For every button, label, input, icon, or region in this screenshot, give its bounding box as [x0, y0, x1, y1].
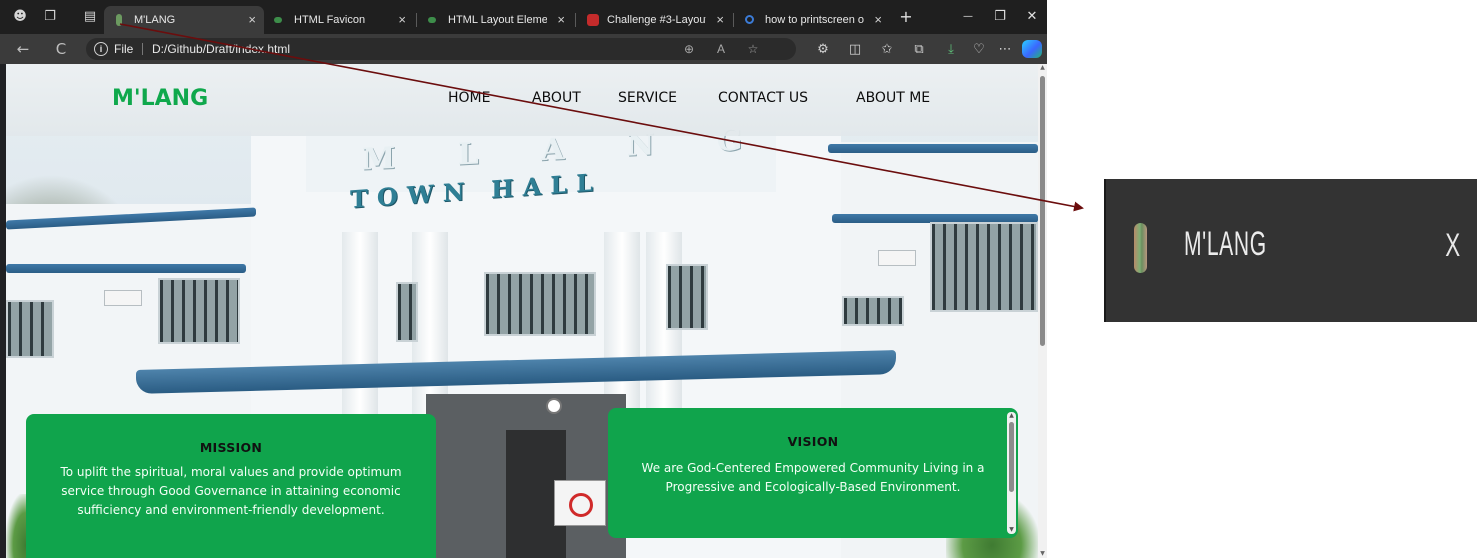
page-scrollbar[interactable]: ▲ ▼: [1038, 64, 1047, 558]
copilot-icon[interactable]: [1022, 40, 1042, 58]
tab-label: HTML Layout Elements and: [448, 14, 547, 26]
mission-title: MISSION: [199, 440, 263, 455]
performance-icon[interactable]: ♡: [970, 41, 988, 59]
new-tab-button[interactable]: +: [896, 8, 916, 26]
building-window: [930, 222, 1038, 312]
tab-actions-icon[interactable]: ▤: [82, 9, 98, 25]
collections-icon[interactable]: ⧉: [910, 41, 928, 59]
downloads-icon[interactable]: ⤓: [942, 41, 960, 59]
url-text[interactable]: D:/Github/Draft/index.html: [152, 42, 290, 56]
nav-link-about[interactable]: ABOUT: [532, 90, 581, 106]
tab-label: HTML Favicon: [294, 14, 366, 26]
w3schools-favicon-icon: [428, 17, 436, 23]
nav-link-home[interactable]: HOME: [448, 90, 490, 106]
scroll-down-icon[interactable]: ▼: [1038, 550, 1047, 558]
zoomed-tab-label: M'LANG: [1184, 225, 1267, 263]
building-window: [484, 272, 596, 336]
building-pillar: [342, 232, 378, 442]
w3schools-favicon-icon: [274, 17, 282, 23]
wall-clock: [546, 398, 562, 414]
favorites-icon[interactable]: ✩: [878, 41, 896, 59]
address-bar[interactable]: i File D:/Github/Draft/index.html ⊕ A ☆: [86, 38, 796, 60]
site-header: M'LANG HOME ABOUT SERVICE CONTACT US ABO…: [6, 64, 1038, 136]
site-info-icon[interactable]: i: [94, 42, 108, 56]
scroll-up-icon[interactable]: ▲: [1007, 412, 1016, 420]
tab-html-layout[interactable]: HTML Layout Elements and ×: [418, 6, 573, 34]
read-aloud-icon[interactable]: A: [712, 41, 730, 57]
browser-window: ☻ ❐ ▤ M'LANG × HTML Favicon × HTML Layou…: [0, 0, 1047, 558]
building-window: [666, 264, 708, 330]
restore-button[interactable]: ❐: [990, 8, 1010, 26]
page-viewport: M L A N G TOWN HALL M'LANG HOME ABOUT SE…: [6, 64, 1038, 558]
favorite-star-icon[interactable]: ☆: [744, 41, 762, 57]
tab-close-icon[interactable]: ×: [398, 6, 406, 34]
building-pillar: [646, 232, 682, 432]
tab-html-favicon[interactable]: HTML Favicon ×: [264, 6, 414, 34]
scroll-up-icon[interactable]: ▲: [1038, 64, 1047, 72]
zoomed-close-icon: X: [1445, 227, 1461, 263]
split-screen-icon[interactable]: ◫: [846, 41, 864, 59]
tab-challenge[interactable]: Challenge #3-Layout and ×: [577, 6, 732, 34]
nav-link-service[interactable]: SERVICE: [618, 90, 677, 106]
no-smoking-icon: [569, 493, 593, 517]
aircon-unit: [104, 290, 142, 306]
vision-card: VISION We are God-Centered Empowered Com…: [608, 408, 1018, 538]
tab-close-icon[interactable]: ×: [874, 6, 882, 34]
tab-separator: [733, 13, 734, 27]
floor-band-left: [6, 264, 246, 273]
tab-label: M'LANG: [134, 14, 176, 26]
tab-mlang[interactable]: M'LANG ×: [104, 6, 264, 34]
mission-card: MISSION To uplift the spiritual, moral v…: [26, 414, 436, 558]
extensions-icon[interactable]: ⚙: [814, 41, 832, 59]
nav-link-contact-us[interactable]: CONTACT US: [718, 90, 808, 106]
tab-label: Challenge #3-Layout and: [607, 14, 706, 26]
building-window: [842, 296, 904, 326]
tab-label: how to printscreen on win: [765, 14, 864, 26]
url-scheme: File: [114, 42, 134, 56]
mission-text: To uplift the spiritual, moral values an…: [60, 465, 402, 517]
mlang-favicon-icon: [116, 14, 122, 26]
vision-title: VISION: [787, 434, 839, 449]
mlang-favicon-icon: [1134, 223, 1147, 273]
pdf-favicon-icon: [587, 14, 599, 26]
profile-icon[interactable]: ☻: [12, 9, 28, 25]
back-button[interactable]: ←: [14, 40, 32, 58]
close-window-button[interactable]: ✕: [1022, 8, 1042, 26]
tab-close-icon[interactable]: ×: [248, 6, 256, 34]
workspaces-icon[interactable]: ❐: [42, 9, 58, 25]
search-favicon-icon: [745, 15, 754, 24]
no-smoking-sign: [554, 480, 606, 526]
zoomed-tab-callout: M'LANG X: [1104, 179, 1477, 322]
tab-close-icon[interactable]: ×: [557, 6, 565, 34]
stage: ☻ ❐ ▤ M'LANG × HTML Favicon × HTML Layou…: [0, 0, 1477, 558]
tab-strip: ☻ ❐ ▤ M'LANG × HTML Favicon × HTML Layou…: [0, 0, 1047, 34]
tab-printscreen[interactable]: how to printscreen on win ×: [735, 6, 890, 34]
minimize-button[interactable]: —: [958, 8, 978, 26]
roof-band-right: [828, 144, 1038, 153]
tab-separator: [575, 13, 576, 27]
scroll-down-icon[interactable]: ▼: [1007, 526, 1016, 534]
url-divider: [142, 43, 143, 55]
nav-link-about-me[interactable]: ABOUT ME: [856, 90, 930, 106]
zoom-icon[interactable]: ⊕: [680, 41, 698, 57]
site-logo[interactable]: M'LANG: [112, 86, 208, 111]
more-icon[interactable]: ⋯: [996, 41, 1014, 59]
tab-separator: [416, 13, 417, 27]
building-window: [158, 278, 240, 344]
page-scroll-thumb[interactable]: [1040, 76, 1045, 346]
tab-close-icon[interactable]: ×: [716, 6, 724, 34]
aircon-unit: [878, 250, 916, 266]
building-window: [396, 282, 418, 342]
building-window: [6, 300, 54, 358]
vision-scroll-thumb[interactable]: [1009, 422, 1014, 492]
vision-scrollbar[interactable]: ▲ ▼: [1007, 412, 1016, 534]
address-toolbar: ← C i File D:/Github/Draft/index.html ⊕ …: [0, 34, 1047, 64]
vision-text: We are God-Centered Empowered Community …: [641, 461, 985, 494]
reload-button[interactable]: C: [52, 40, 70, 58]
